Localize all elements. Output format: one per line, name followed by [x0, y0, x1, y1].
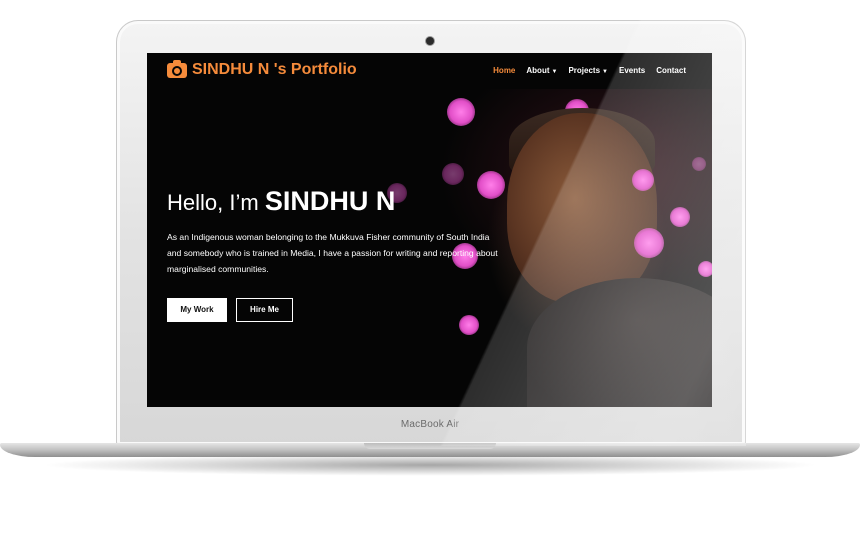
greeting-prefix: Hello, I’m	[167, 190, 259, 215]
webcam-icon	[426, 37, 434, 45]
nav-item-label: Projects	[568, 66, 601, 75]
bokeh-light	[632, 169, 654, 191]
bokeh-light	[447, 98, 475, 126]
navbar: SINDHU N 's Portfolio Home About ▼ Projec…	[147, 53, 712, 89]
nav-item-projects[interactable]: Projects ▼	[568, 66, 608, 75]
bokeh-light	[459, 315, 479, 335]
hero-intro: As an Indigenous woman belonging to the …	[167, 232, 498, 274]
portrait-photo	[507, 113, 657, 303]
bokeh-light	[692, 157, 706, 171]
laptop-screen: SINDHU N 's Portfolio Home About ▼ Projec…	[147, 53, 712, 407]
brand-title: SINDHU N 's Portfolio	[192, 61, 357, 78]
nav-item-label: About	[526, 66, 550, 75]
hero-heading: Hello, I’m SINDHU N	[167, 187, 507, 217]
hero-buttons: My Work Hire Me	[167, 298, 293, 322]
nav-item-contact[interactable]: Contact	[656, 66, 686, 75]
hire-me-button[interactable]: Hire Me	[236, 298, 293, 322]
nav-item-about[interactable]: About ▼	[526, 66, 557, 75]
bokeh-light	[670, 207, 690, 227]
hero-content: Hello, I’m SINDHU N As an Indigenous wom…	[167, 187, 507, 277]
camera-icon	[167, 59, 187, 78]
bokeh-light	[442, 163, 464, 185]
hero-name: SINDHU N	[264, 186, 396, 216]
bokeh-light	[698, 261, 712, 277]
laptop-shadow	[40, 454, 820, 476]
laptop-notch	[364, 443, 496, 449]
nav-item-events[interactable]: Events	[619, 66, 645, 75]
device-model-label: MacBook Air	[400, 419, 460, 430]
brand-link[interactable]: SINDHU N 's Portfolio	[167, 59, 357, 79]
bokeh-light	[634, 228, 664, 258]
nav-menu: Home About ▼ Projects ▼ Events Contact	[493, 66, 686, 75]
nav-item-home[interactable]: Home	[493, 66, 515, 75]
caret-down-icon: ▼	[551, 69, 558, 75]
laptop-mockup: SINDHU N 's Portfolio Home About ▼ Projec…	[0, 0, 860, 550]
caret-down-icon: ▼	[602, 69, 608, 75]
my-work-button[interactable]: My Work	[167, 298, 227, 322]
